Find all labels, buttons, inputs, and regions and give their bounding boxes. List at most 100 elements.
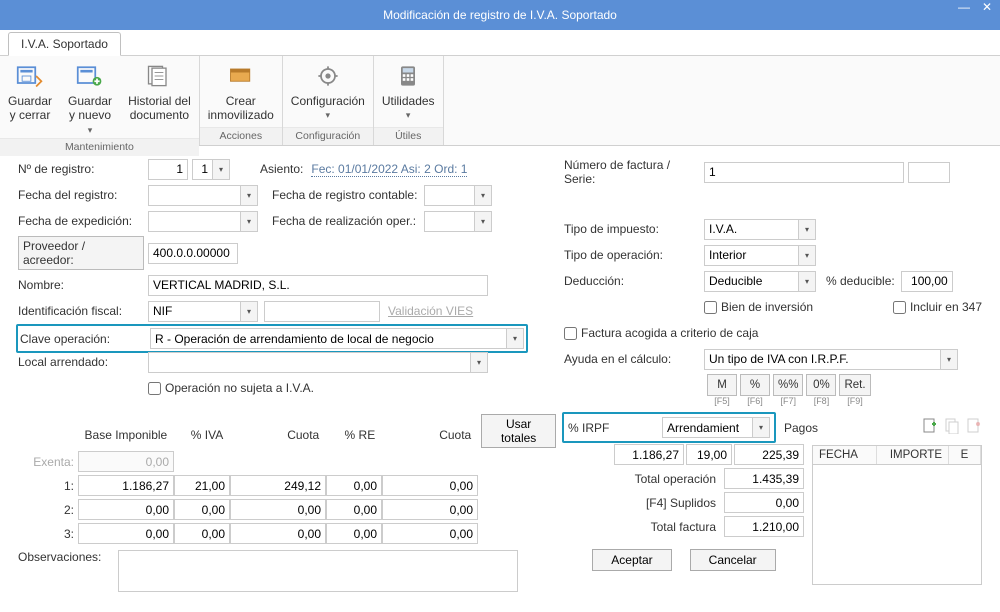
label-pct-irpf: % IRPF <box>568 421 658 435</box>
proveedor-field[interactable] <box>148 243 238 264</box>
r1-cuota-field[interactable] <box>230 475 326 496</box>
tabstrip: I.V.A. Soportado <box>0 30 1000 56</box>
r3-base-field[interactable] <box>78 523 174 544</box>
label-suplidos: [F4] Suplidos <box>612 496 722 510</box>
label-deduccion: Deducción: <box>564 274 704 288</box>
chevron-down-icon[interactable]: ▾ <box>798 219 816 240</box>
btn-pct[interactable]: % <box>740 374 770 396</box>
add-payment-icon[interactable] <box>922 418 938 437</box>
r2-cuota2-field[interactable] <box>382 499 478 520</box>
r1-iva-field[interactable] <box>174 475 230 496</box>
save-close-icon <box>14 62 46 90</box>
total-operacion-field[interactable] <box>724 468 804 489</box>
delete-payment-icon[interactable] <box>966 418 982 437</box>
btn-m[interactable]: M <box>707 374 737 396</box>
label-tipo-operacion: Tipo de operación: <box>564 248 704 262</box>
chevron-down-icon: ▾ <box>406 110 411 121</box>
id-fiscal-num-field[interactable] <box>264 301 380 322</box>
cancelar-button[interactable]: Cancelar <box>690 549 776 571</box>
factura-caja-checkbox[interactable]: Factura acogida a criterio de caja <box>564 326 758 340</box>
r1-cuota2-field[interactable] <box>382 475 478 496</box>
aceptar-button[interactable]: Aceptar <box>592 549 671 571</box>
irpf-pct-field[interactable] <box>686 444 732 465</box>
r1-re-field[interactable] <box>326 475 382 496</box>
validacion-vies-link[interactable]: Validación VIES <box>388 304 473 318</box>
btn-0pct[interactable]: 0% <box>806 374 836 396</box>
num-factura-field[interactable] <box>704 162 904 183</box>
tipo-operacion-field[interactable] <box>704 245 798 266</box>
irpf-tipo-field[interactable] <box>662 417 752 438</box>
chevron-down-icon[interactable]: ▾ <box>212 159 230 180</box>
incluir-347-checkbox[interactable]: Incluir en 347 <box>893 300 982 314</box>
exenta-base-field[interactable] <box>78 451 174 472</box>
r1-base-field[interactable] <box>78 475 174 496</box>
chevron-down-icon[interactable]: ▾ <box>506 328 524 349</box>
usar-totales-button[interactable]: Usar totales <box>481 414 556 448</box>
label-clave-operacion: Clave operación: <box>20 332 150 346</box>
fecha-reg-contable-field[interactable] <box>424 185 474 206</box>
close-icon[interactable]: ✕ <box>982 0 992 14</box>
chevron-down-icon: ▾ <box>326 110 331 121</box>
btn-ret[interactable]: Ret. <box>839 374 870 396</box>
deduccion-field[interactable] <box>704 271 798 292</box>
chevron-down-icon[interactable]: ▾ <box>240 301 258 322</box>
clave-operacion-field[interactable] <box>150 328 506 349</box>
id-fiscal-tipo-field[interactable] <box>148 301 240 322</box>
total-factura-field[interactable] <box>724 516 804 537</box>
copy-payment-icon[interactable] <box>944 418 960 437</box>
fecha-expedicion-field[interactable] <box>148 211 240 232</box>
r3-iva-field[interactable] <box>174 523 230 544</box>
tab-iva-soportado[interactable]: I.V.A. Soportado <box>8 32 121 56</box>
chevron-down-icon[interactable]: ▾ <box>798 271 816 292</box>
n-registro-1-field[interactable] <box>148 159 188 180</box>
chevron-down-icon[interactable]: ▾ <box>752 417 770 438</box>
r2-re-field[interactable] <box>326 499 382 520</box>
save-new-icon <box>74 62 106 90</box>
guardar-cerrar-button[interactable]: Guardar y cerrar <box>0 56 60 138</box>
irpf-base-field[interactable] <box>614 444 684 465</box>
label-id-fiscal: Identificación fiscal: <box>18 304 148 318</box>
r2-iva-field[interactable] <box>174 499 230 520</box>
r3-cuota-field[interactable] <box>230 523 326 544</box>
ayuda-calculo-field[interactable] <box>704 349 940 370</box>
fecha-registro-field[interactable] <box>148 185 240 206</box>
chevron-down-icon[interactable]: ▾ <box>240 185 258 206</box>
asiento-link[interactable]: Fec: 01/01/2022 Asi: 2 Ord: 1 <box>311 162 467 177</box>
col-fecha: FECHA <box>813 446 877 464</box>
n-registro-2-field[interactable] <box>192 159 212 180</box>
crear-inmovilizado-button[interactable]: Crear inmovilizado <box>200 56 282 127</box>
chevron-down-icon[interactable]: ▾ <box>940 349 958 370</box>
btn-pctpct[interactable]: %% <box>773 374 803 396</box>
chevron-down-icon[interactable]: ▾ <box>240 211 258 232</box>
label-exenta: Exenta: <box>18 453 78 471</box>
fecha-realizacion-field[interactable] <box>424 211 474 232</box>
chevron-down-icon[interactable]: ▾ <box>474 185 492 206</box>
minimize-icon[interactable]: — <box>958 0 970 14</box>
op-no-sujeta-checkbox[interactable]: Operación no sujeta a I.V.A. <box>148 381 314 395</box>
nombre-field[interactable] <box>148 275 488 296</box>
chevron-down-icon[interactable]: ▾ <box>798 245 816 266</box>
prov-acreedor-button[interactable]: Proveedor / acreedor: <box>18 236 144 270</box>
tipo-impuesto-field[interactable] <box>704 219 798 240</box>
create-asset-icon <box>225 62 257 90</box>
pagos-table[interactable]: FECHA IMPORTE E <box>812 445 982 585</box>
irpf-cuota-field[interactable] <box>734 444 804 465</box>
serie-field[interactable] <box>908 162 950 183</box>
r2-cuota-field[interactable] <box>230 499 326 520</box>
window-title: Modificación de registro de I.V.A. Sopor… <box>383 8 617 22</box>
local-arrendado-field[interactable] <box>148 352 470 373</box>
r3-re-field[interactable] <box>326 523 382 544</box>
guardar-nuevo-button[interactable]: Guardar y nuevo ▾ <box>60 56 120 138</box>
r3-cuota2-field[interactable] <box>382 523 478 544</box>
r2-base-field[interactable] <box>78 499 174 520</box>
chevron-down-icon[interactable]: ▾ <box>470 352 488 373</box>
pct-deducible-field[interactable] <box>901 271 953 292</box>
suplidos-field[interactable] <box>724 492 804 513</box>
chevron-down-icon[interactable]: ▾ <box>474 211 492 232</box>
historial-documento-button[interactable]: Historial del documento <box>120 56 199 138</box>
ribbon-group-configuracion: Configuración <box>283 127 373 145</box>
bien-inversion-checkbox[interactable]: Bien de inversión <box>704 300 813 314</box>
configuracion-button[interactable]: Configuración ▾ <box>283 56 373 127</box>
utilidades-button[interactable]: Utilidades ▾ <box>374 56 443 127</box>
observaciones-field[interactable] <box>118 550 518 592</box>
